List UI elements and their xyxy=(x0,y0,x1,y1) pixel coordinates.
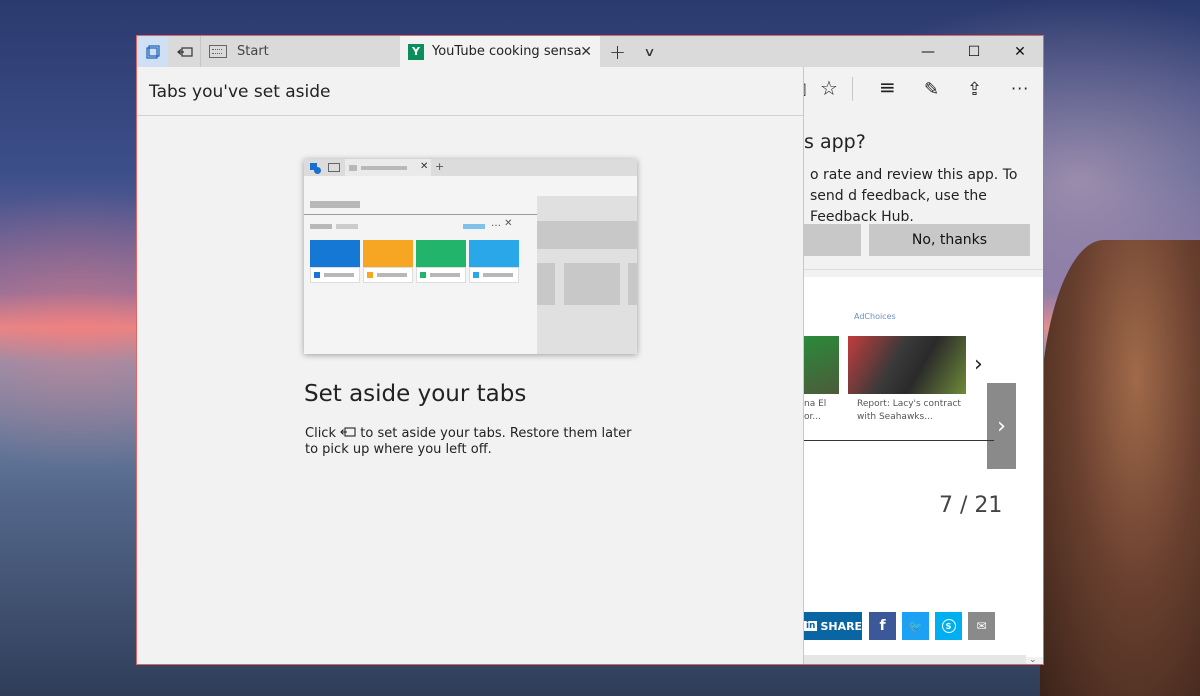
start-page-icon xyxy=(209,45,227,58)
tab-start[interactable]: Start xyxy=(200,36,400,67)
horizontal-scrollbar[interactable] xyxy=(804,655,1026,664)
set-aside-icon xyxy=(340,427,356,437)
tab-list-button[interactable]: ∨ xyxy=(628,36,671,67)
title-bar: Start Y YouTube cooking sensa ✕ + ∨ — ☐ … xyxy=(137,36,1043,67)
thumbnail-caption[interactable]: na El or... xyxy=(804,398,826,424)
close-tab-icon[interactable]: ✕ xyxy=(580,44,592,60)
divider xyxy=(804,440,994,441)
thumbnail-caption[interactable]: Report: Lacy's contract with Seahawks... xyxy=(857,398,961,424)
linkedin-icon: in xyxy=(803,621,818,631)
rate-app-popup: s app? o rate and review this app. To se… xyxy=(804,109,1043,270)
thumbnail-image[interactable] xyxy=(848,336,966,394)
facebook-icon: f xyxy=(879,618,886,634)
popup-body: o rate and review this app. To send d fe… xyxy=(810,167,1018,225)
adchoices-label[interactable]: AdChoices xyxy=(854,312,896,321)
rate-button[interactable] xyxy=(804,224,861,256)
skype-icon: S xyxy=(941,619,956,633)
set-aside-title: Set aside your tabs xyxy=(304,381,527,407)
web-note-icon[interactable]: ✎ xyxy=(924,79,939,100)
page-content: ▯ ☆ ≡ ✎ ⇪ ··· s app? o rate and review t… xyxy=(798,67,1043,664)
hub-icon[interactable]: ≡ xyxy=(879,75,896,99)
minimize-button[interactable]: — xyxy=(905,36,951,67)
panel-header: Tabs you've set aside xyxy=(149,82,331,102)
popup-title: s app? xyxy=(804,131,866,153)
tab-youtube[interactable]: Y YouTube cooking sensa ✕ xyxy=(400,36,600,67)
linkedin-share-button[interactable]: in SHARE xyxy=(803,612,862,640)
twitter-icon: 🐦 xyxy=(908,619,923,633)
scroll-down-icon[interactable]: ⌄ xyxy=(1029,655,1037,664)
background-rocks xyxy=(1040,240,1200,696)
tab-youtube-label: YouTube cooking sensa xyxy=(432,44,582,59)
tabs-aside-button[interactable] xyxy=(137,36,168,67)
maximize-button[interactable]: ☐ xyxy=(951,36,997,67)
set-aside-illustration: ✕ + … ✕ xyxy=(304,159,637,354)
panel-divider xyxy=(137,115,803,116)
tab-start-label: Start xyxy=(237,44,269,59)
browser-window: Start Y YouTube cooking sensa ✕ + ∨ — ☐ … xyxy=(136,35,1044,665)
skype-share-button[interactable]: S xyxy=(935,612,962,640)
set-aside-description: Click to set aside your tabs. Restore th… xyxy=(305,426,632,457)
favorite-star-icon[interactable]: ☆ xyxy=(820,76,838,100)
set-aside-tabs-button[interactable] xyxy=(169,36,200,67)
email-icon: ✉ xyxy=(976,619,987,633)
close-window-button[interactable]: ✕ xyxy=(997,36,1043,67)
site-favicon-icon: Y xyxy=(408,43,424,60)
toolbar-divider xyxy=(852,77,853,101)
facebook-share-button[interactable]: f xyxy=(869,612,896,640)
no-thanks-button[interactable]: No, thanks xyxy=(869,224,1030,256)
set-aside-icon xyxy=(176,46,193,57)
twitter-share-button[interactable]: 🐦 xyxy=(902,612,929,640)
tabs-aside-panel: Tabs you've set aside ✕ + … ✕ Set aside … xyxy=(137,67,804,664)
slide-counter: 7 / 21 xyxy=(939,493,1003,518)
email-share-button[interactable]: ✉ xyxy=(968,612,995,640)
thumbnail-image[interactable] xyxy=(804,336,839,394)
more-icon[interactable]: ··· xyxy=(1011,79,1029,98)
tabs-aside-icon xyxy=(145,44,160,59)
gallery-next-button[interactable]: › xyxy=(987,383,1016,469)
carousel-next-icon[interactable]: › xyxy=(974,352,983,377)
share-icon[interactable]: ⇪ xyxy=(967,79,982,100)
